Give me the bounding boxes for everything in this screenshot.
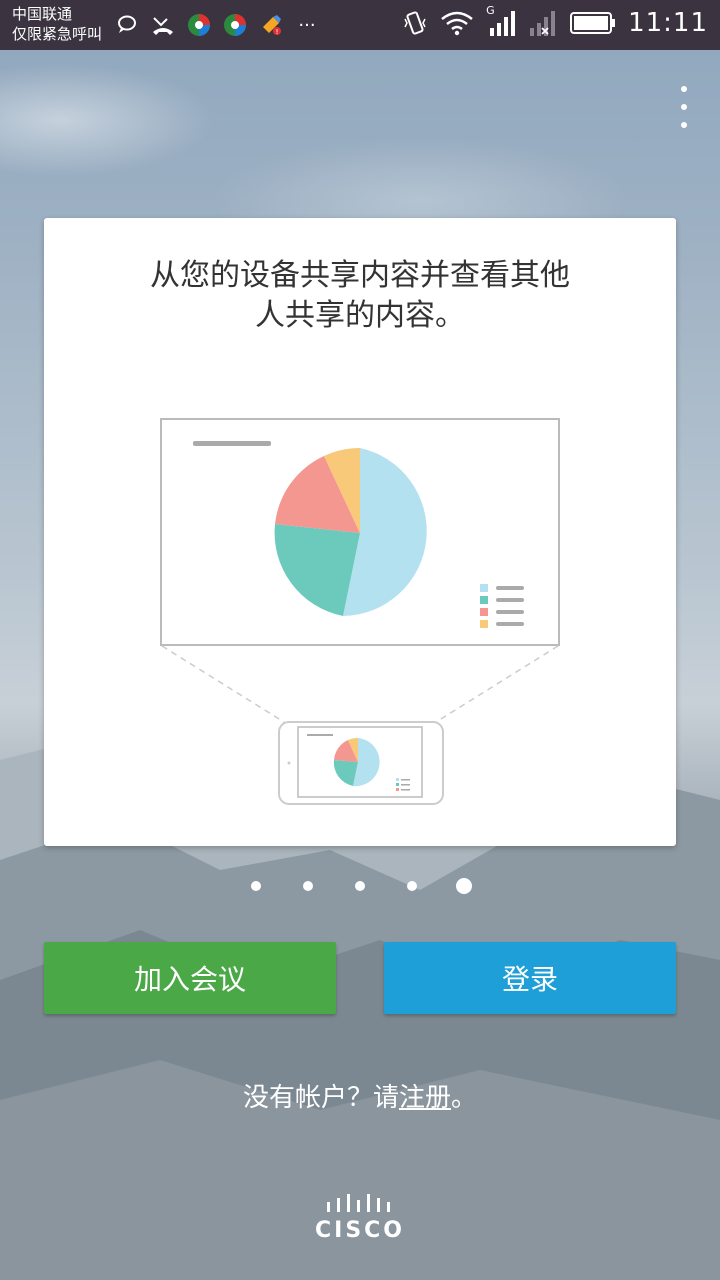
signal-icon-sim2 [530, 11, 556, 36]
page-indicator [0, 876, 720, 896]
page-dot-4[interactable] [407, 881, 417, 891]
signup-suffix: 。 [451, 1083, 478, 1113]
carrier-info: 中国联通 仅限紧急呼叫 [12, 4, 102, 44]
signup-prompt: 没有帐户？请注册。 [0, 1080, 720, 1116]
emergency-only-label: 仅限紧急呼叫 [12, 25, 103, 43]
vibrate-icon [404, 11, 426, 35]
clock: 11:11 [628, 8, 708, 38]
signup-prefix: 没有帐户？请 [242, 1083, 399, 1113]
app-icon [186, 12, 212, 38]
cisco-wordmark: CISCO [314, 1218, 406, 1243]
join-meeting-button[interactable]: 加入会议 [44, 942, 336, 1014]
paint-icon: ! [258, 12, 284, 38]
share-content-illustration [160, 418, 560, 805]
page-dot-3[interactable] [355, 881, 365, 891]
status-bar: 中国联通 仅限紧急呼叫 ! ··· G 11:11 [0, 0, 720, 50]
more-notifications-icon: ··· [298, 14, 316, 36]
cisco-logo: CISCO [310, 1192, 410, 1248]
wifi-icon [441, 11, 473, 36]
page-dot-5-active[interactable] [456, 878, 472, 894]
app-icon [222, 12, 248, 38]
login-button[interactable]: 登录 [384, 942, 676, 1014]
overflow-menu-icon[interactable] [670, 86, 698, 128]
svg-text:!: ! [276, 28, 279, 36]
signal-icon: G [486, 4, 516, 38]
page-dot-2[interactable] [303, 881, 313, 891]
chat-bubble-icon [114, 12, 140, 38]
legend-small [396, 778, 410, 791]
page-dot-1[interactable] [251, 881, 261, 891]
system-status: G 11:11 [402, 4, 708, 38]
carrier-name: 中国联通 [12, 5, 73, 23]
signup-link[interactable]: 注册 [399, 1083, 451, 1113]
cisco-bars-icon [327, 1194, 390, 1212]
notification-icons: ! ··· [114, 12, 320, 38]
missed-call-icon [150, 12, 176, 38]
battery-icon [570, 12, 616, 34]
onboarding-card: 从您的设备共享内容并查看其他 人共享的内容。 [44, 218, 676, 846]
